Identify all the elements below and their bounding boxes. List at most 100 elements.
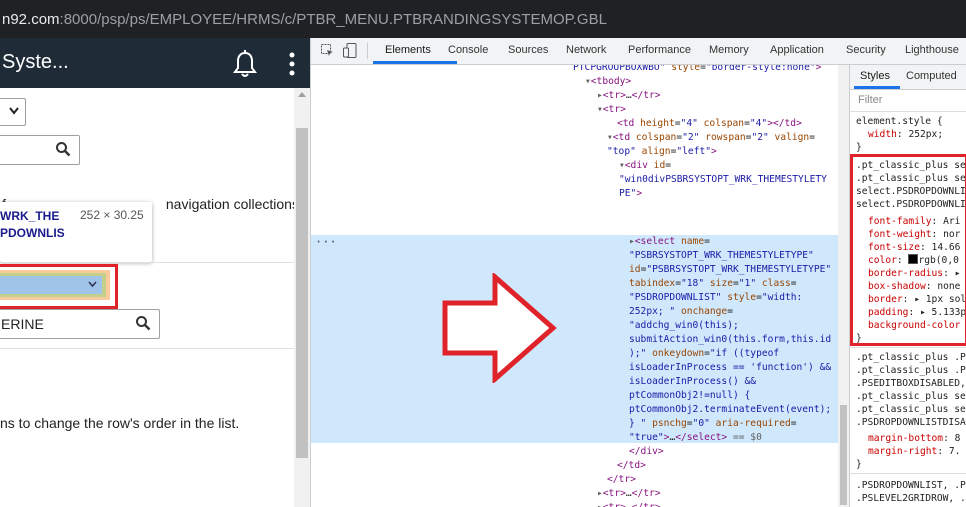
tree-line-selected[interactable]: );" onkeydown="if ((typeof: [629, 347, 779, 361]
tree-line-selected[interactable]: "PSDROPDOWNLIST" style="width:: [629, 291, 802, 305]
red-highlight-box: [0, 264, 118, 309]
web-page: Syste... fnavigation collections WRK_THE…: [0, 38, 310, 507]
rule-selector: .pt_classic_plus .P: [856, 352, 966, 363]
tree-line-selected[interactable]: isLoaderInProcess() &&: [629, 375, 756, 389]
page-scrollbar[interactable]: [294, 88, 310, 507]
tab-console[interactable]: Console: [448, 44, 488, 56]
element-tooltip: WRK_THE PDOWNLIS 252 × 30.25: [0, 202, 152, 262]
page-title: Syste...: [2, 51, 69, 73]
style-declaration[interactable]: margin-bottom: 8: [868, 432, 960, 445]
tree-line[interactable]: </td>: [617, 459, 646, 473]
tree-line[interactable]: ▾<tr>: [597, 103, 626, 117]
scrollbar-thumb[interactable]: [296, 128, 308, 458]
styles-filter-input[interactable]: Filter: [858, 94, 882, 106]
divider: [0, 348, 294, 349]
dropdown-select[interactable]: [0, 98, 26, 126]
url-text[interactable]: n92.com:8000/psp/ps/EMPLOYEE/HRMS/c/PTBR…: [2, 11, 607, 28]
tab-application[interactable]: Application: [770, 44, 824, 56]
tab-security[interactable]: Security: [846, 44, 886, 56]
style-declaration[interactable]: margin-right: 7.: [868, 445, 960, 458]
bell-icon[interactable]: [232, 50, 258, 78]
divider: [0, 262, 294, 263]
tree-line[interactable]: </tr>: [607, 473, 636, 487]
element-style-selector: element.style {: [856, 116, 943, 127]
rule-close: }: [856, 142, 862, 153]
tree-line[interactable]: ▾<tbody>: [585, 75, 631, 89]
tree-line[interactable]: ▸<tr>…</tr>: [597, 89, 661, 103]
tree-line[interactable]: ▸<tr>…</tr>: [597, 501, 661, 507]
styles-tabbar: Styles Computed: [850, 65, 966, 90]
url-host: n92.com: [2, 11, 60, 28]
tab-styles[interactable]: Styles: [860, 70, 890, 82]
search-icon[interactable]: [55, 141, 71, 157]
rule-selector: .PSDROPDOWNLISTDISA: [856, 417, 966, 428]
tree-line-selected[interactable]: } " psnchg="0" aria-required=: [629, 417, 797, 431]
instruction-text: ns to change the row's order in the list…: [0, 415, 240, 431]
tree-line[interactable]: </div>: [629, 445, 664, 459]
toolbar-separator: [367, 43, 368, 59]
rule-selector: .pt_classic_plus se: [856, 391, 966, 402]
scroll-up-arrow-icon[interactable]: [298, 92, 306, 97]
tree-line-selected[interactable]: 252px; " onchange=: [629, 305, 733, 319]
search-icon[interactable]: [135, 315, 151, 331]
tab-sources[interactable]: Sources: [508, 44, 548, 56]
inspect-element-icon[interactable]: [321, 44, 334, 57]
tree-line-selected[interactable]: "addchg_win0(this);: [629, 319, 739, 333]
tree-line[interactable]: <td height="4" colspan="4"></td>: [617, 117, 802, 131]
tab-elements[interactable]: Elements: [385, 44, 431, 56]
elements-tree[interactable]: ··· PTCPGROUPBOXWBO" style="border-style…: [311, 65, 838, 507]
active-tab-indicator: [373, 61, 457, 64]
divider: [850, 111, 966, 112]
search-input[interactable]: [0, 135, 80, 165]
rule-selector: .PSLEVEL2GRIDROW, .: [856, 493, 966, 504]
tree-line[interactable]: ▾<div id=: [619, 159, 671, 173]
rule-close: }: [856, 459, 862, 470]
elements-scrollbar[interactable]: [838, 65, 849, 507]
divider: [850, 473, 966, 474]
tab-computed[interactable]: Computed: [906, 70, 957, 82]
tree-line[interactable]: PE">: [619, 187, 642, 201]
tree-line-selected[interactable]: ptCommonObj2!=null) {: [629, 389, 750, 403]
tree-line-selected[interactable]: ptCommonObj2.terminateEvent(event);: [629, 403, 831, 417]
devtools-tabbar: Elements Console Sources Network Perform…: [311, 38, 966, 65]
tree-line-selected[interactable]: id="PSBRSYSTOPT_WRK_THEMESTYLETYPE": [629, 263, 831, 277]
more-options-icon[interactable]: [284, 51, 300, 77]
page-header: Syste...: [0, 38, 310, 88]
tree-line-selected[interactable]: tabindex="18" size="1" class=: [629, 277, 797, 291]
device-toolbar-icon[interactable]: [343, 43, 357, 58]
rule-selector: .PSDROPDOWNLIST, .P: [856, 480, 966, 491]
tree-line[interactable]: ▾<td colspan="2" rowspan="2" valign=: [607, 131, 815, 145]
style-declaration[interactable]: width: 252px;: [868, 128, 943, 141]
tab-network[interactable]: Network: [566, 44, 606, 56]
devtools-panel: Elements Console Sources Network Perform…: [310, 38, 966, 507]
tab-memory[interactable]: Memory: [709, 44, 749, 56]
tree-line-selected[interactable]: ▸<select name=: [629, 235, 710, 249]
search-input-2[interactable]: ERINE: [0, 309, 160, 339]
active-tab-indicator: [854, 86, 900, 89]
rule-selector: .pt_classic_plus .P: [856, 365, 966, 376]
node-actions-icon[interactable]: ···: [315, 235, 337, 249]
tree-line-selected[interactable]: "true">…</select> == $0: [629, 431, 762, 445]
red-highlight-box: [850, 154, 966, 346]
tree-line[interactable]: "top" align="left">: [607, 145, 717, 159]
tree-line[interactable]: ▸<tr>…</tr>: [597, 487, 661, 501]
tree-line[interactable]: "win0divPSBRSYSTOPT_WRK_THEMESTYLETY: [619, 173, 827, 187]
tree-line-selected[interactable]: submitAction_win0(this.form,this.id: [629, 333, 831, 347]
search-value: ERINE: [1, 316, 44, 332]
right-arrow-annotation: [442, 273, 557, 383]
tooltip-element-name: WRK_THE PDOWNLIS: [0, 209, 65, 240]
divider: [850, 347, 966, 348]
tooltip-dimensions: 252 × 30.25: [80, 208, 144, 222]
tab-lighthouse[interactable]: Lighthouse: [905, 44, 959, 56]
tree-line-selected[interactable]: isLoaderInProcess == 'function') &&: [629, 361, 831, 375]
tree-line-selected[interactable]: "PSBRSYSTOPT_WRK_THEMESTYLETYPE": [629, 249, 814, 263]
rule-selector: .PSEDITBOXDISABLED,: [856, 378, 966, 389]
tree-line[interactable]: PTCPGROUPBOXWBO" style="border-style:non…: [573, 65, 821, 75]
address-bar[interactable]: n92.com:8000/psp/ps/EMPLOYEE/HRMS/c/PTBR…: [0, 0, 966, 38]
scrollbar-thumb[interactable]: [840, 405, 847, 505]
url-path: :8000/psp/ps/EMPLOYEE/HRMS/c/PTBR_MENU.P…: [59, 11, 607, 28]
styles-pane: Styles Computed Filter element.style { w…: [849, 65, 966, 507]
rule-selector: .pt_classic_plus se: [856, 404, 966, 415]
tab-performance[interactable]: Performance: [628, 44, 691, 56]
chevron-down-icon: [9, 107, 19, 115]
